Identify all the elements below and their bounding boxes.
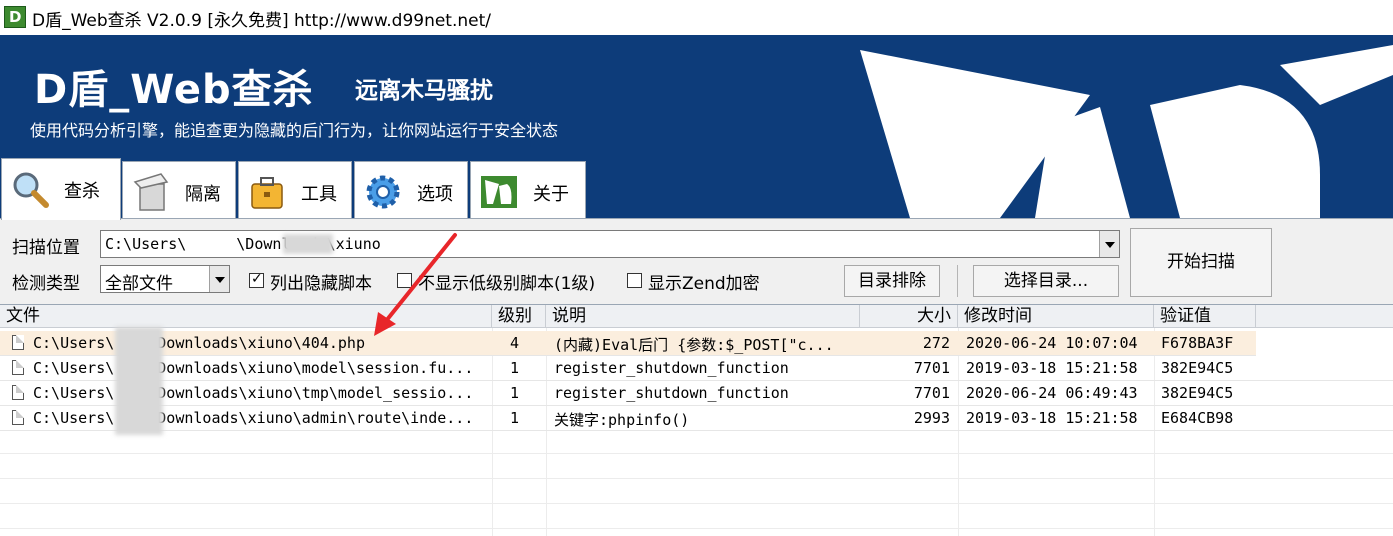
column-header-hash[interactable]: 验证值 — [1154, 305, 1256, 328]
tab-label: 查杀 — [64, 181, 100, 202]
cell-desc: register_shutdown_function — [554, 359, 789, 377]
cell-size: 7701 — [913, 359, 950, 377]
chevron-down-icon[interactable] — [209, 266, 229, 292]
cell-file: C:\Users\ Downloads\xiuno\tmp\model_sessi… — [33, 384, 474, 402]
tab-tools[interactable]: 工具 — [238, 161, 352, 218]
chevron-down-icon[interactable] — [1099, 231, 1119, 257]
cell-hash: 382E94C5 — [1161, 384, 1234, 402]
cell-level: 1 — [510, 384, 520, 402]
d-shield-app-icon — [4, 6, 26, 28]
select-dir-button[interactable]: 选择目录... — [973, 265, 1119, 297]
table-row[interactable]: C:\Users\ Downloads\xiuno\tmp\model_sessi… — [0, 381, 1393, 406]
cell-file: C:\Users\ Downloads\xiuno\model\session.f… — [33, 359, 474, 377]
table-row[interactable]: C:\Users\ Downloads\xiuno\404.php 4 (内藏)E… — [0, 331, 1256, 356]
file-icon — [12, 360, 24, 375]
tab-label: 关于 — [533, 184, 569, 205]
column-header-desc[interactable]: 说明 — [546, 305, 860, 328]
show-zend-checkbox[interactable] — [627, 273, 642, 288]
banner-description: 使用代码分析引擎，能追查更为隐藏的后门行为，让你网站运行于安全状态 — [30, 121, 559, 140]
redacted-username — [115, 327, 163, 435]
cell-file: C:\Users\ Downloads\xiuno\admin\route\ind… — [33, 409, 474, 427]
grid-line — [0, 478, 1393, 479]
detect-type-label: 检测类型 — [12, 274, 80, 294]
column-header-mtime[interactable]: 修改时间 — [958, 305, 1154, 328]
cell-hash: E684CB98 — [1161, 409, 1234, 427]
column-header-size[interactable]: 大小 — [860, 305, 958, 328]
grid-line — [0, 528, 1393, 529]
annotation-arrow-icon — [374, 233, 457, 336]
d-logo-icon — [481, 176, 517, 208]
cell-mtime: 2020-06-24 06:49:43 — [966, 384, 1138, 402]
cell-level: 1 — [510, 359, 520, 377]
file-icon — [12, 410, 24, 425]
magnifier-icon — [13, 172, 49, 208]
cell-hash: 382E94C5 — [1161, 359, 1234, 377]
cell-mtime: 2019-03-18 15:21:58 — [966, 359, 1138, 377]
detect-type-select[interactable]: 全部文件 — [100, 265, 230, 294]
list-hidden-label: 列出隐藏脚本 — [270, 274, 372, 294]
tab-about[interactable]: 关于 — [470, 161, 586, 218]
scan-location-input[interactable]: C:\Users\\Downloads\xiuno — [100, 230, 1120, 258]
scan-controls: 扫描位置 C:\Users\\Downloads\xiuno 检测类型 全部文件… — [0, 218, 1393, 302]
tab-quarantine[interactable]: 隔离 — [122, 161, 236, 218]
title-bar: D盾_Web查杀 V2.0.9 [永久免费] http://www.d99net… — [0, 0, 1393, 35]
tab-options[interactable]: 选项 — [354, 161, 468, 218]
cell-level: 1 — [510, 409, 520, 427]
table-row[interactable]: C:\Users\ Downloads\xiuno\admin\route\ind… — [0, 406, 1393, 431]
grid-line — [0, 453, 1393, 454]
tab-label: 隔离 — [185, 184, 221, 205]
results-table: 文件 级别 说明 大小 修改时间 验证值 C:\Users\ Downloads\… — [0, 304, 1393, 536]
cell-desc: register_shutdown_function — [554, 384, 789, 402]
toolbar-separator — [957, 265, 958, 297]
list-hidden-checkbox[interactable] — [249, 271, 264, 288]
cell-mtime: 2019-03-18 15:21:58 — [966, 409, 1138, 427]
column-header-level[interactable]: 级别 — [492, 305, 546, 328]
cell-size: 2993 — [913, 409, 950, 427]
tab-scan[interactable]: 查杀 — [1, 158, 121, 220]
cell-desc: 关键字:phpinfo() — [554, 411, 690, 429]
d-logo-icon — [860, 45, 1393, 218]
scan-location-value: C:\Users\\Downloads\xiuno — [105, 235, 381, 253]
tab-label: 工具 — [301, 184, 337, 205]
file-icon — [12, 335, 24, 350]
cell-size: 272 — [922, 334, 950, 352]
table-header: 文件 级别 说明 大小 修改时间 验证值 — [0, 305, 1393, 328]
cell-level: 4 — [510, 334, 520, 352]
cell-hash: F678BA3F — [1161, 334, 1234, 352]
toolbox-icon — [251, 177, 283, 209]
show-zend-label: 显示Zend加密 — [648, 274, 760, 294]
gear-icon — [366, 175, 400, 209]
cell-mtime: 2020-06-24 10:07:04 — [966, 334, 1138, 352]
exclude-dirs-button[interactable]: 目录排除 — [844, 265, 940, 297]
file-icon — [12, 385, 24, 400]
cell-size: 7701 — [913, 384, 950, 402]
cell-desc: (内藏)Eval后门 {参数:$_POST["c... — [554, 336, 834, 354]
redacted-username — [283, 234, 333, 254]
detect-type-value: 全部文件 — [105, 274, 173, 294]
table-row[interactable]: C:\Users\ Downloads\xiuno\model\session.f… — [0, 356, 1393, 381]
grid-line — [0, 503, 1393, 504]
trash-bin-icon — [133, 173, 169, 211]
window-title: D盾_Web查杀 V2.0.9 [永久免费] http://www.d99net… — [32, 11, 491, 31]
banner-subtitle: 远离木马骚扰 — [355, 78, 493, 104]
scan-location-label: 扫描位置 — [12, 238, 80, 258]
start-scan-button[interactable]: 开始扫描 — [1130, 228, 1272, 297]
banner-title: D盾_Web查杀 — [34, 67, 314, 113]
tab-label: 选项 — [417, 184, 453, 205]
